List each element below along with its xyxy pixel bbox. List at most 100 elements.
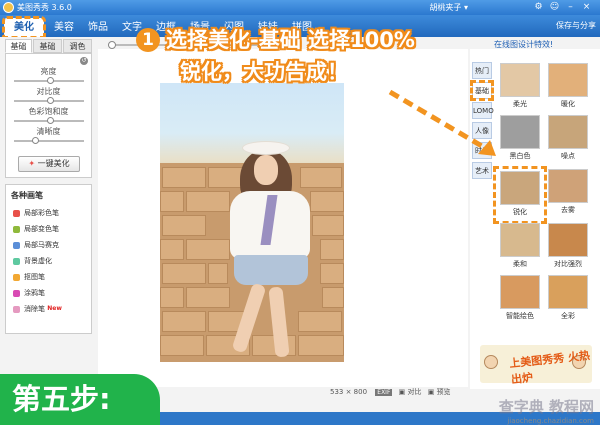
instruction-line-1: 选择美化-基础 选择100% [166, 28, 415, 52]
effect-preview [548, 115, 588, 149]
one-key-label: 一键美化 [37, 159, 70, 168]
subtab-color[interactable]: 调色 [63, 39, 92, 53]
watermark: 查字典 教程网 jiaocheng.chazidian.com [470, 396, 600, 425]
brush-item[interactable]: 局部马赛克 [13, 239, 91, 251]
cutout-icon [13, 273, 20, 281]
effect-preview [548, 275, 588, 309]
brush-label: 局部马赛克 [24, 241, 59, 249]
app-logo-icon [3, 2, 14, 13]
effect-thumb-sharpen[interactable]: 锐化 [493, 166, 547, 224]
compare-label: 对比 [407, 388, 422, 396]
effect-preview [548, 223, 588, 257]
brush-item[interactable]: 涂鸦笔 [13, 287, 91, 299]
one-key-beautify-button[interactable]: ✦ 一键美化 [18, 156, 80, 172]
brush-item[interactable]: 消除笔 New [13, 303, 91, 315]
effect-label: 锐化 [513, 208, 527, 216]
slider-label-contrast: 对比度 [36, 87, 61, 96]
slider-label-sharpness: 清晰度 [36, 127, 61, 136]
tab-accessory[interactable]: 饰品 [82, 18, 114, 37]
brush-item[interactable]: 抠图笔 [13, 271, 91, 283]
title-bar: 美图秀秀 3.6.0 胡桃夹子 ▾ ⚙ ☺ – × [0, 0, 600, 15]
brush-label: 局部彩色笔 [24, 209, 59, 217]
new-badge: New [47, 305, 62, 312]
tab-beautify[interactable]: 美化 [2, 16, 46, 39]
brush-label: 局部变色笔 [24, 225, 59, 233]
compare-button[interactable]: ▣ 对比 [399, 388, 422, 396]
preview-button[interactable]: ▣ 预览 [428, 388, 451, 396]
brush-label: 涂鸦笔 [24, 289, 45, 297]
effect-preview [500, 171, 540, 205]
effect-preview [500, 275, 540, 309]
slider-sharpness[interactable] [14, 137, 84, 144]
girl-legs [224, 282, 320, 362]
brush-panel: 各种画笔 局部彩色笔 局部变色笔 局部马赛克 背景虚化 抠图笔 涂鸦笔 消除笔 … [5, 184, 92, 334]
cartoon-kid-icon [484, 355, 498, 369]
brush-item[interactable]: 背景虚化 [13, 255, 91, 267]
settings-icon[interactable]: ⚙ [533, 2, 544, 13]
status-bar [160, 412, 470, 425]
slider-contrast[interactable] [14, 97, 84, 104]
effect-thumb[interactable]: 智能绘色 [498, 275, 542, 323]
brush-panel-title: 各种画笔 [11, 191, 43, 200]
app-title: 美图秀秀 3.6.0 [17, 3, 72, 12]
slider-knob[interactable] [47, 77, 54, 84]
eraser-icon [13, 305, 20, 313]
effect-thumb[interactable]: 对比强烈 [546, 223, 590, 271]
girl-skirt [234, 255, 308, 285]
slider-label-brightness: 亮度 [40, 67, 57, 76]
promo-text: 上美图秀秀 火热出炉 [508, 348, 591, 387]
brush-label: 背景虚化 [24, 257, 52, 265]
sidebar-subtabs: 基础 基础 调色 [5, 39, 92, 53]
watermark-title: 查字典 教程网 [498, 398, 594, 416]
subtab-advanced[interactable]: 基础 [33, 39, 62, 53]
effect-preview [548, 63, 588, 97]
effect-label: 智能绘色 [506, 312, 534, 320]
user-account[interactable]: 胡桃夹子 ▾ [429, 2, 468, 13]
slider-saturation[interactable] [14, 117, 84, 124]
effect-thumb[interactable]: 暖化 [546, 63, 590, 111]
step-label: 第五步: [0, 374, 160, 425]
effect-thumb[interactable]: 去雾 [546, 169, 590, 217]
recolor-brush-icon [13, 225, 20, 233]
effect-thumb[interactable]: 全彩 [546, 275, 590, 323]
effect-label: 柔和 [513, 260, 527, 268]
image-dimensions: 533 × 800 [330, 388, 368, 396]
blur-icon [13, 257, 20, 265]
effect-thumb[interactable]: 柔和 [498, 223, 542, 271]
effect-label: 全彩 [561, 312, 575, 320]
save-share-button[interactable]: 保存与分享 [556, 20, 596, 31]
arrow-shaft [388, 89, 494, 155]
girl-hat [242, 141, 290, 155]
slider-knob[interactable] [47, 117, 54, 124]
mosaic-icon [13, 241, 20, 249]
adjust-panel: ↺ 亮度 对比度 色彩饱和度 清晰度 ✦ 一键美化 [5, 53, 92, 178]
exif-button[interactable]: EXIF [375, 389, 393, 396]
subtab-basic[interactable]: 基础 [5, 39, 32, 53]
effect-label: 暖化 [561, 100, 575, 108]
minimize-icon[interactable]: – [565, 2, 576, 13]
effect-label: 对比强烈 [554, 260, 582, 268]
skin-icon[interactable]: ☺ [549, 2, 560, 13]
promo-banner[interactable]: 上美图秀秀 火热出炉 [480, 345, 592, 386]
tab-face[interactable]: 美容 [48, 18, 80, 37]
instruction-overlay: 选择美化-基础 选择100% 锐化，大功告成！ [166, 24, 546, 88]
slider-knob[interactable] [47, 97, 54, 104]
slider-knob[interactable] [32, 137, 39, 144]
effect-thumb[interactable]: 噪点 [546, 115, 590, 163]
brush-item[interactable]: 局部变色笔 [13, 223, 91, 235]
close-icon[interactable]: × [581, 2, 592, 13]
effect-label: 噪点 [561, 152, 575, 160]
reset-icon[interactable]: ↺ [80, 57, 88, 65]
canvas-footer: 533 × 800 EXIF ▣ 对比 ▣ 预览 [330, 387, 470, 399]
brush-item[interactable]: 局部彩色笔 [13, 207, 91, 219]
instruction-line-2: 锐化，大功告成！ [180, 60, 348, 84]
zoom-knob[interactable] [108, 41, 116, 49]
brush-label: 抠图笔 [24, 273, 45, 281]
slider-label-saturation: 色彩饱和度 [28, 107, 69, 116]
arrow-head [478, 140, 496, 156]
left-sidebar: 基础 基础 调色 ↺ 亮度 对比度 色彩饱和度 清晰度 ✦ 一键美化 各种画笔 … [5, 39, 92, 334]
slider-brightness[interactable] [14, 77, 84, 84]
pointer-arrow [388, 89, 496, 156]
magic-icon: ✦ [28, 159, 38, 168]
main-area: 基础 基础 调色 ↺ 亮度 对比度 色彩饱和度 清晰度 ✦ 一键美化 各种画笔 … [0, 37, 600, 412]
